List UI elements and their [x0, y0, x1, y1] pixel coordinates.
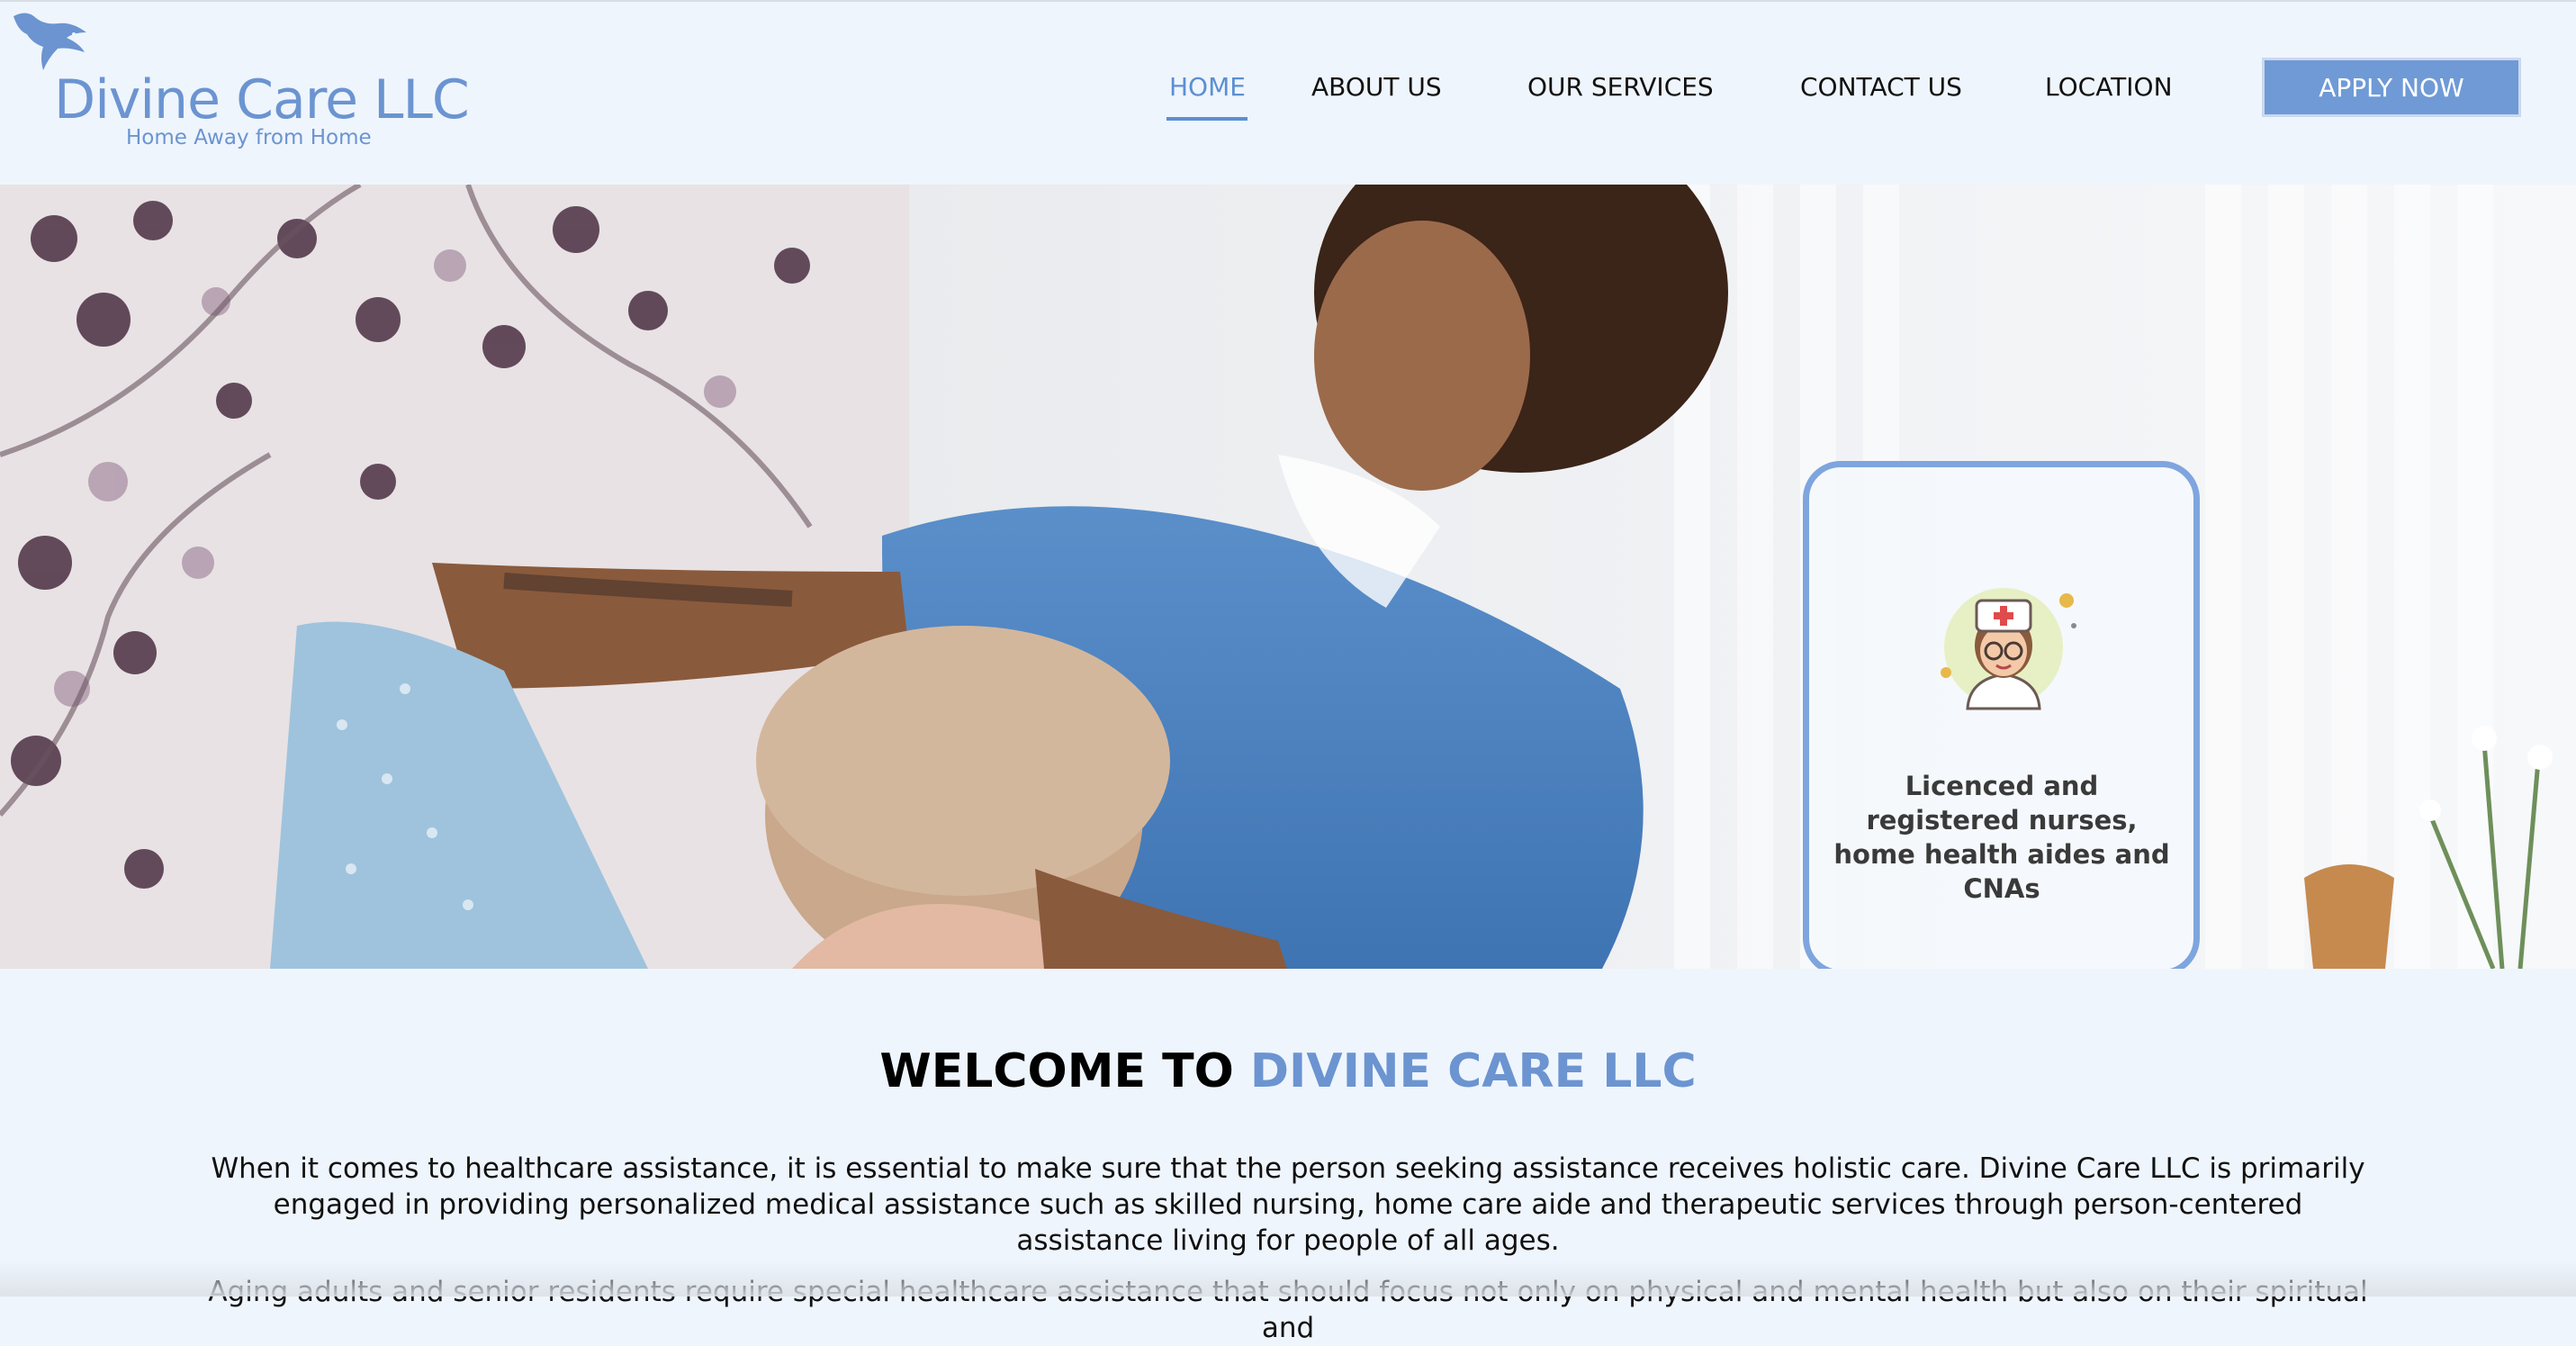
site-header: Divine Care LLC Home Away from Home HOME…	[0, 0, 2576, 185]
nav-location[interactable]: LOCATION	[2045, 72, 2173, 102]
welcome-prefix: WELCOME TO	[879, 1044, 1250, 1098]
hero-carousel: Licenced and registered nurses, home hea…	[0, 185, 2576, 969]
nurse-icon	[1941, 588, 2076, 710]
welcome-highlight: DIVINE CARE LLC	[1249, 1044, 1697, 1098]
welcome-heading: WELCOME TO DIVINE CARE LLC	[0, 1044, 2576, 1098]
brand-logo[interactable]: Divine Care LLC Home Away from Home	[9, 7, 470, 151]
nav-about-us[interactable]: ABOUT US	[1311, 72, 1442, 102]
brand-name: Divine Care LLC	[54, 68, 470, 131]
apply-now-button[interactable]: APPLY NOW	[2262, 58, 2521, 117]
brand-tagline: Home Away from Home	[126, 126, 372, 149]
nav-active-indicator	[1166, 117, 1247, 121]
feature-card-text: Licenced and registered nurses, home hea…	[1833, 771, 2170, 904]
intro-paragraph: When it comes to healthcare assistance, …	[211, 1152, 2365, 1257]
nav-contact-us[interactable]: CONTACT US	[1800, 72, 1962, 102]
nav-our-services[interactable]: OUR SERVICES	[1527, 72, 1714, 102]
nav-home[interactable]: HOME	[1169, 72, 1246, 102]
feature-card: Licenced and registered nurses, home hea…	[1803, 461, 2200, 969]
bottom-fade	[0, 1260, 2576, 1296]
